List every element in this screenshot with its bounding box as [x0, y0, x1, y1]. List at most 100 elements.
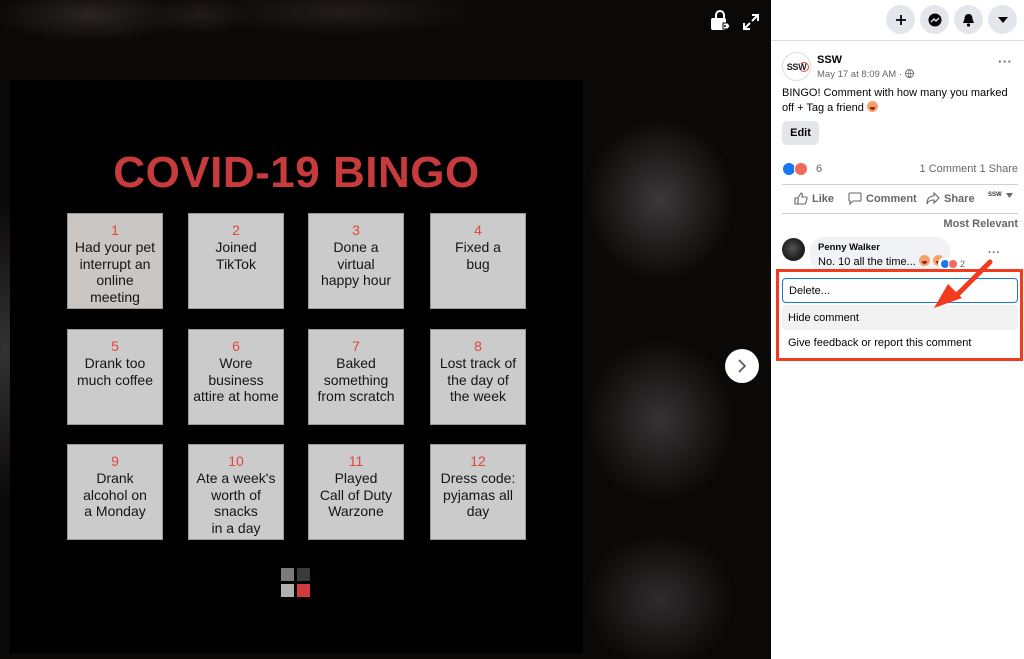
ssw-mini-logo [281, 568, 311, 598]
comments-count[interactable]: 1 Comment [920, 163, 977, 175]
hide-comment-item[interactable]: Hide comment [782, 305, 1018, 330]
post-actions: Like Comment Share SSW [782, 190, 1018, 210]
share-icon [926, 192, 940, 205]
page-name[interactable]: SSW [817, 54, 842, 66]
bingo-cell: 10 Ate a week's worth of snacks in a day [188, 444, 284, 540]
bingo-cell-text: Drank too much coffee [76, 355, 153, 388]
bingo-cell-text: Lost track of the day of the week [439, 355, 517, 404]
messenger-button[interactable] [920, 5, 949, 34]
bingo-cell-number: 8 [474, 338, 482, 354]
photo-viewer: COVID-19 BINGO 1 Had your pet interrupt an… [0, 0, 771, 659]
top-bar [771, 0, 1024, 41]
bingo-cell: 5 Drank too much coffee [67, 329, 163, 425]
divider [782, 184, 1018, 185]
grinning-emoji-icon [866, 101, 878, 112]
comment-body: No. 10 all the time... [818, 256, 916, 268]
post-as-selector[interactable]: SSW [988, 192, 1013, 198]
divider [782, 213, 1018, 214]
bingo-cell-number: 4 [474, 222, 482, 238]
bingo-cell-text: Ate a week's worth of snacks in a day [196, 470, 276, 536]
comment-options-icon[interactable]: ··· [988, 247, 1001, 259]
engagement-counts: 1 Comment 1 Share [920, 163, 1018, 175]
ssw-small-avatar-icon: SSW [988, 192, 1002, 198]
bingo-cell-number: 2 [232, 222, 240, 238]
post-options-icon[interactable]: ··· [998, 54, 1013, 69]
expand-icon[interactable] [741, 12, 761, 32]
caret-down-icon [997, 16, 1008, 23]
avatar-ring [799, 62, 809, 72]
post-timestamp[interactable]: May 17 at 8:09 AM · [817, 69, 902, 80]
post-meta: May 17 at 8:09 AM · [817, 69, 914, 80]
reactions-summary: 6 1 Comment 1 Share [782, 161, 1018, 177]
bingo-cell: 4 Fixed a bug [430, 213, 526, 309]
bingo-cell-text: Dress code: pyjamas all day [440, 470, 516, 519]
globe-icon [904, 69, 914, 78]
share-button[interactable]: Share [926, 192, 975, 205]
commenter-avatar[interactable] [782, 238, 805, 261]
bingo-cell: 1 Had your pet interrupt an online meeting [67, 213, 163, 309]
bingo-cell-number: 10 [228, 453, 244, 469]
bingo-cell: 3 Done a virtual happy hour [308, 213, 404, 309]
shopping-bag-tag-icon[interactable] [709, 10, 731, 32]
bingo-cell-number: 7 [352, 338, 360, 354]
shares-count[interactable]: 1 Share [979, 163, 1018, 175]
bingo-cell: 8 Lost track of the day of the week [430, 329, 526, 425]
like-label: Like [812, 192, 835, 205]
haha-reaction-icon[interactable] [794, 162, 808, 176]
bingo-cell-number: 5 [111, 338, 119, 354]
screen: COVID-19 BINGO 1 Had your pet interrupt an… [0, 0, 1024, 659]
comment-label: Comment [866, 192, 917, 205]
bingo-cell: 7 Baked something from scratch [308, 329, 404, 425]
bingo-cell-number: 6 [232, 338, 240, 354]
bingo-cell-number: 12 [470, 453, 486, 469]
comment-button[interactable]: Comment [848, 192, 917, 205]
bingo-cell: 12 Dress code: pyjamas all day [430, 444, 526, 540]
logo-square [281, 584, 294, 597]
comment: Penny Walker No. 10 all the time... 2 ··… [782, 237, 1018, 271]
bingo-cell-text: Drank alcohol on a Monday [83, 470, 147, 519]
haha-reaction-icon [948, 259, 958, 269]
give-feedback-item[interactable]: Give feedback or report this comment [782, 330, 1018, 355]
caret-down-icon [1005, 192, 1013, 198]
laughing-emoji-icon [918, 255, 930, 266]
reaction-count[interactable]: 6 [816, 163, 822, 175]
notifications-button[interactable] [954, 5, 983, 34]
create-button[interactable] [886, 5, 915, 34]
comment-bubble: Penny Walker No. 10 all the time... [810, 237, 950, 271]
comment-text: No. 10 all the time... [818, 255, 944, 268]
bingo-cell-text: Had your pet interrupt an online meeting [74, 239, 156, 305]
bingo-photo: COVID-19 BINGO 1 Had your pet interrupt an… [10, 80, 583, 653]
bingo-cell-text: Wore business attire at home [193, 355, 279, 404]
bingo-cell-number: 11 [348, 453, 364, 469]
next-photo-button[interactable] [725, 349, 759, 383]
comment-options-menu: Delete... Hide comment Give feedback or … [776, 269, 1023, 361]
edit-button[interactable]: Edit [782, 121, 819, 145]
delete-comment-item[interactable]: Delete... [782, 278, 1018, 303]
bingo-cell-number: 1 [111, 222, 119, 238]
bingo-cell: 9 Drank alcohol on a Monday [67, 444, 163, 540]
post-header: SSW SSW May 17 at 8:09 AM · ··· [782, 52, 1022, 84]
share-label: Share [944, 192, 975, 205]
bingo-cell-number: 3 [352, 222, 360, 238]
bingo-cell-text: Played Call of Duty Warzone [319, 470, 393, 519]
like-button[interactable]: Like [794, 192, 834, 205]
messenger-icon [928, 13, 941, 26]
comment-icon [848, 192, 862, 205]
page-avatar[interactable]: SSW [782, 52, 811, 81]
bell-icon [963, 13, 974, 27]
thumbs-up-icon [794, 192, 808, 205]
logo-square [281, 568, 294, 581]
post-body: BINGO! Comment with how many you marked … [782, 87, 1008, 114]
chevron-right-icon [738, 359, 747, 373]
bingo-cell-text: Fixed a bug [455, 239, 501, 272]
plus-icon [895, 14, 906, 25]
bingo-cell-text: Done a virtual happy hour [320, 239, 392, 288]
comment-author[interactable]: Penny Walker [818, 242, 880, 253]
account-button[interactable] [988, 5, 1017, 34]
logo-square [297, 584, 310, 597]
logo-square [297, 568, 310, 581]
bingo-cell: 11 Played Call of Duty Warzone [308, 444, 404, 540]
comment-sort-dropdown[interactable]: Most Relevant [943, 218, 1018, 230]
bingo-cell-text: Baked something from scratch [317, 355, 395, 404]
bingo-cell: 2 Joined TikTok [188, 213, 284, 309]
